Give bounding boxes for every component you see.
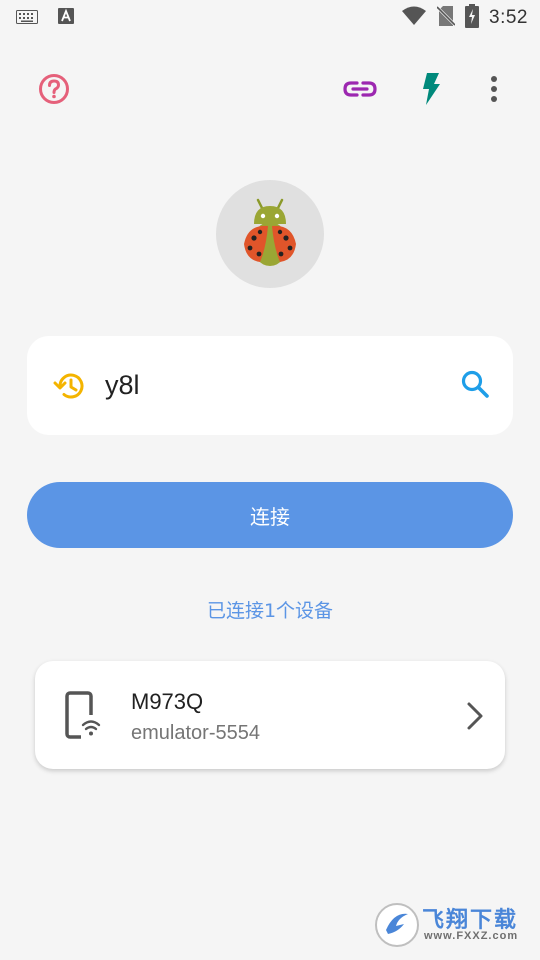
history-icon <box>53 373 87 407</box>
keyboard-icon <box>16 9 38 28</box>
toolbar <box>0 64 540 118</box>
device-name: M973Q <box>131 689 204 714</box>
link-icon <box>343 79 377 103</box>
chevron-right-icon <box>463 701 487 731</box>
search-icon <box>460 369 490 403</box>
link-button[interactable] <box>336 67 384 115</box>
lightning-icon <box>421 73 441 109</box>
status-time: 3:52 <box>489 7 528 28</box>
a-notification-icon <box>58 8 74 28</box>
search-button[interactable] <box>455 366 495 406</box>
device-serial: emulator-5554 <box>131 722 260 744</box>
flash-button[interactable] <box>407 67 455 115</box>
address-input[interactable] <box>105 362 445 408</box>
no-sim-icon <box>435 5 457 31</box>
more-vert-icon <box>490 75 498 107</box>
connect-button[interactable]: 连接 <box>27 482 513 548</box>
connected-status-text: 已连接1个设备 <box>206 600 334 622</box>
watermark: 飞翔下载 www.FXXZ.com <box>372 898 532 950</box>
wifi-icon <box>401 6 427 30</box>
help-circle-icon <box>38 73 70 109</box>
battery-charging-icon <box>465 4 480 32</box>
search-box <box>27 336 513 435</box>
device-list-item[interactable]: M973Q emulator-5554 <box>35 661 505 769</box>
status-bar: 3:52 <box>0 0 540 36</box>
ladybug-android-icon <box>230 192 310 276</box>
watermark-url: www.FXXZ.com <box>424 930 519 942</box>
fxxz-logo-icon <box>374 902 420 952</box>
help-button[interactable] <box>30 67 78 115</box>
phone-wifi-icon <box>65 691 105 741</box>
history-button[interactable] <box>53 369 87 403</box>
more-menu-button[interactable] <box>470 67 518 115</box>
app-logo <box>216 180 324 288</box>
